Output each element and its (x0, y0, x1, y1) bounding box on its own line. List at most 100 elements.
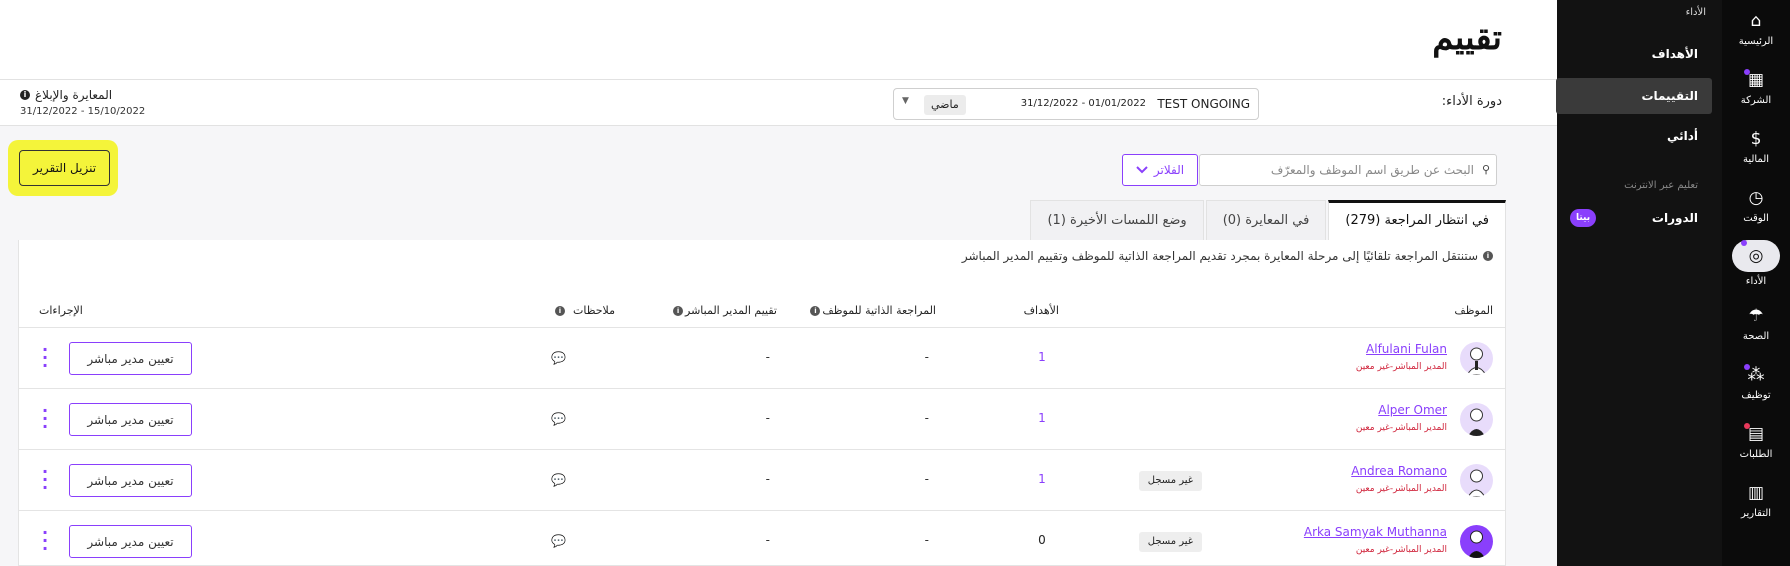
umbrella-icon: ☂ (1748, 306, 1764, 326)
rail-item-home[interactable]: ⌂ الرئيسية (1722, 10, 1790, 47)
col-goals: الأهداف (1023, 304, 1059, 317)
goals-count[interactable]: 1 (1032, 411, 1052, 425)
subnav-item-courses[interactable]: الدورات بيتا (1556, 200, 1712, 236)
manager-rating-value: - (765, 472, 770, 486)
more-actions-icon[interactable]: · · · (41, 525, 49, 557)
col-employee: الموظف (1454, 304, 1493, 317)
goals-count[interactable]: 1 (1032, 472, 1052, 486)
icon-rail: ⌂ الرئيسية ▦ الشركة $ المالية ◷ الوقت ◎ … (1722, 0, 1790, 566)
cycle-bar: دورة الأداء: TEST ONGOING 31/12/2022 - 0… (0, 80, 1557, 126)
secondary-nav: الأداء الأهداف التقييمات أدائي تعليم عبر… (1556, 0, 1722, 566)
target-icon: ◎ (1732, 240, 1780, 272)
rail-label: الرئيسية (1738, 36, 1774, 47)
filters-label: الفلاتر (1153, 163, 1185, 177)
col-self-review-label: المراجعة الذاتية للموظف (822, 304, 936, 317)
rail-item-hiring[interactable]: ⁂ توظيف (1722, 364, 1790, 401)
rail-item-reports[interactable]: ▥ التقارير (1722, 482, 1790, 519)
goals-count[interactable]: 1 (1032, 350, 1052, 364)
self-review-value: - (924, 350, 929, 364)
rail-label: توظيف (1741, 390, 1771, 401)
employee-name-link[interactable]: Arka Samyak Muthanna (1304, 525, 1447, 539)
info-icon[interactable]: i (810, 305, 821, 316)
info-icon[interactable]: i (555, 305, 565, 316)
tab-in-calibration[interactable]: في المعايرة (0) (1205, 200, 1327, 240)
info-icon[interactable]: i (20, 90, 30, 100)
more-actions-icon[interactable]: · · · (41, 342, 49, 374)
rail-item-requests[interactable]: ▤ الطلبات (1722, 423, 1790, 460)
subnav-item-my-performance[interactable]: أدائي (1556, 118, 1712, 154)
manager-status: المدير المباشر-غير معين (1355, 423, 1447, 433)
avatar (1460, 342, 1493, 375)
col-actions: الإجراءات (39, 304, 83, 317)
self-review-value: - (924, 533, 929, 547)
search-box: ⚲ (1199, 154, 1497, 186)
assign-manager-button[interactable]: تعيين مدير مباشر (69, 525, 192, 558)
col-notes-label: ملاحظات (573, 304, 615, 317)
assign-manager-button[interactable]: تعيين مدير مباشر (69, 403, 192, 436)
tab-pending-review[interactable]: في انتظار المراجعة (279) (1328, 200, 1506, 240)
manager-rating-value: - (765, 411, 770, 425)
assign-manager-button[interactable]: تعيين مدير مباشر (69, 342, 192, 375)
self-review-value: - (924, 411, 929, 425)
rail-item-performance[interactable]: ◎ الأداء (1722, 240, 1790, 287)
page-title: تقييم (1432, 18, 1502, 58)
subnav-header: الأداء (1685, 7, 1706, 18)
cycle-label: دورة الأداء: (1441, 94, 1502, 109)
comment-icon[interactable]: 💬 (551, 351, 566, 365)
assign-manager-button[interactable]: تعيين مدير مباشر (69, 464, 192, 497)
employee-name-link[interactable]: Andrea Romano (1351, 464, 1447, 478)
subnav-item-goals[interactable]: الأهداف (1556, 36, 1712, 72)
chevron-down-icon (1136, 166, 1148, 174)
subnav-item-reviews[interactable]: التقييمات (1556, 78, 1712, 114)
rail-item-time[interactable]: ◷ الوقت (1722, 187, 1790, 224)
col-notes: ملاحظات i (555, 304, 615, 317)
main-content: تقييم دورة الأداء: TEST ONGOING 31/12/20… (0, 0, 1557, 566)
table-row: Alfulani Fulan المدير المباشر-غير معين 1… (19, 328, 1505, 389)
comment-icon[interactable]: 💬 (551, 412, 566, 426)
comment-icon[interactable]: 💬 (551, 473, 566, 487)
table-row: Arka Samyak Muthanna المدير المباشر-غير … (19, 511, 1505, 566)
chart-icon: ▥ (1747, 483, 1765, 503)
rail-item-health[interactable]: ☂ الصحة (1722, 305, 1790, 342)
cycle-name: TEST ONGOING (1157, 97, 1250, 111)
rail-label: الأداء (1745, 276, 1767, 287)
more-actions-icon[interactable]: · · · (41, 403, 49, 435)
building-icon: ▦ (1743, 69, 1769, 91)
rail-label: التقارير (1740, 508, 1772, 519)
subnav-section-label: تعليم عبر الانترنت (1624, 180, 1698, 191)
chevron-down-icon: ▼ (902, 96, 909, 106)
manager-rating-value: - (765, 533, 770, 547)
cycle-dates: 31/12/2022 - 01/01/2022 (1020, 98, 1146, 109)
notice-banner: i ستنتقل المراجعة تلقائيًا إلى مرحلة الم… (962, 249, 1493, 263)
rail-label: المالية (1742, 154, 1770, 165)
col-manager-rating-label: تقييم المدير المباشر (685, 304, 777, 317)
manager-status: المدير المباشر-غير معين (1355, 484, 1447, 494)
home-icon: ⌂ (1750, 11, 1762, 31)
cycle-select[interactable]: TEST ONGOING 31/12/2022 - 01/01/2022 ماض… (893, 88, 1259, 120)
info-icon: i (1483, 251, 1493, 261)
top-bar: تقييم (0, 0, 1557, 80)
search-icon: ⚲ (1481, 163, 1490, 176)
reviews-table: i ستنتقل المراجعة تلقائيًا إلى مرحلة الم… (18, 240, 1506, 566)
comment-icon[interactable]: 💬 (551, 534, 566, 548)
filters-button[interactable]: الفلاتر (1122, 154, 1198, 186)
info-icon[interactable]: i (673, 305, 684, 316)
table-row: Alper Omer المدير المباشر-غير معين 1 - -… (19, 389, 1505, 450)
employee-name-link[interactable]: Alfulani Fulan (1366, 342, 1447, 356)
review-tabs: في انتظار المراجعة (279) في المعايرة (0)… (1028, 200, 1506, 240)
avatar (1460, 464, 1493, 497)
tab-finalizing[interactable]: وضع اللمسات الأخيرة (1) (1030, 200, 1204, 240)
rail-item-company[interactable]: ▦ الشركة (1722, 69, 1790, 106)
courses-label: الدورات (1651, 211, 1698, 225)
employee-name-link[interactable]: Alper Omer (1378, 403, 1447, 417)
download-report-button[interactable]: تنزيل التقرير (19, 150, 110, 186)
goals-count[interactable]: 0 (1032, 533, 1052, 547)
search-input[interactable] (1204, 155, 1474, 185)
dollar-icon: $ (1750, 129, 1762, 149)
manager-status: المدير المباشر-غير معين (1355, 545, 1447, 555)
table-row: Andrea Romano المدير المباشر-غير معين غي… (19, 450, 1505, 511)
people-icon: ⁂ (1743, 364, 1769, 386)
more-actions-icon[interactable]: · · · (41, 464, 49, 496)
manager-status: المدير المباشر-غير معين (1355, 362, 1447, 372)
rail-item-finance[interactable]: $ المالية (1722, 128, 1790, 165)
